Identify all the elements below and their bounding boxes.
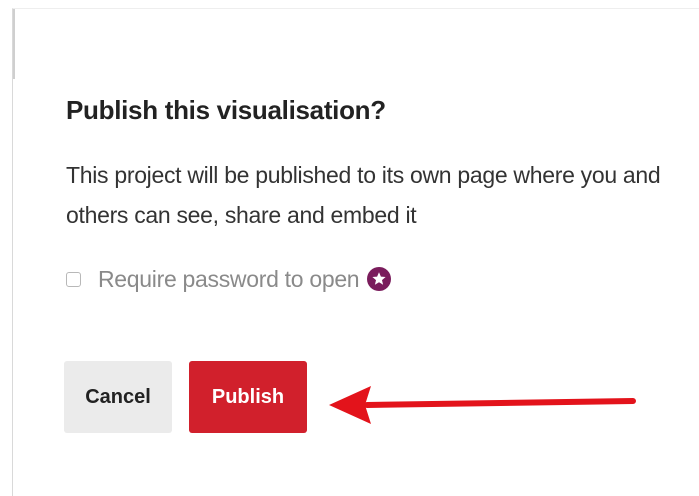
dialog-title: Publish this visualisation? xyxy=(66,95,386,125)
arrow-left-icon xyxy=(329,386,636,424)
cancel-button[interactable]: Cancel xyxy=(64,361,172,433)
publish-button[interactable]: Publish xyxy=(189,361,307,433)
publish-dialog: Publish this visualisation? This project… xyxy=(12,8,699,496)
star-icon xyxy=(367,267,392,291)
dialog-description: This project will be published to its ow… xyxy=(66,162,661,228)
require-password-option[interactable]: Require password to open xyxy=(66,261,392,297)
dialog-edge-divider xyxy=(13,9,15,79)
require-password-checkbox[interactable] xyxy=(66,271,81,287)
require-password-label[interactable]: Require password to open xyxy=(98,266,360,293)
